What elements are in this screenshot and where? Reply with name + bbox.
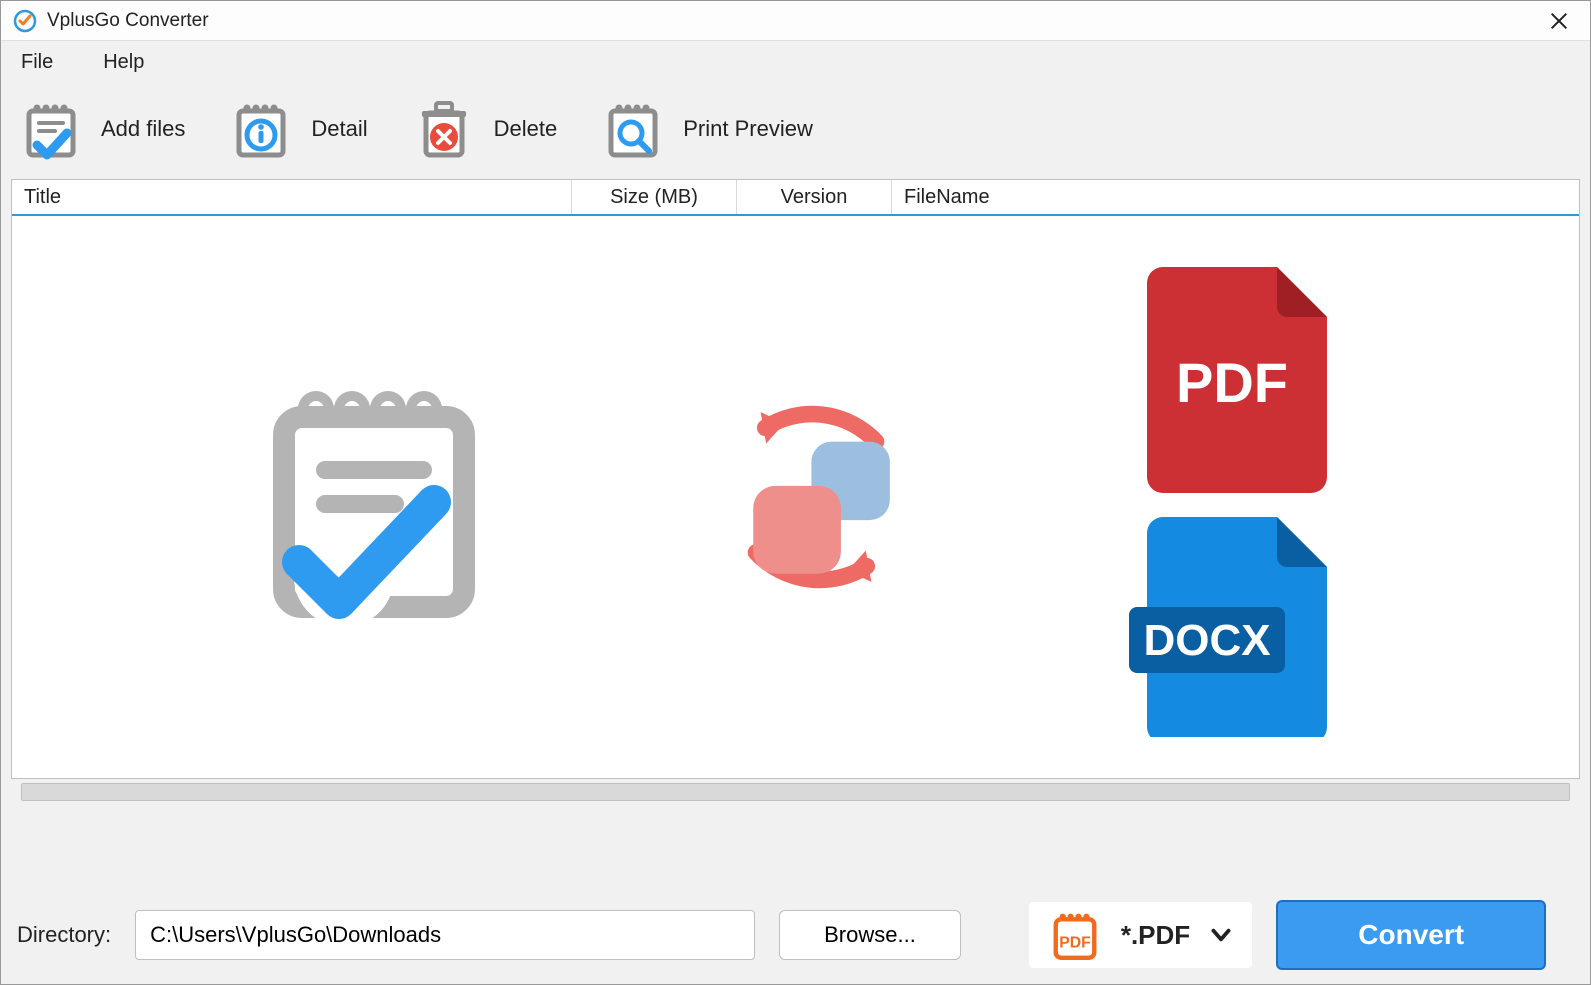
- app-window: VplusGo Converter File Help Add files: [0, 0, 1591, 985]
- menu-help[interactable]: Help: [93, 45, 154, 80]
- horizontal-scrollbar[interactable]: [21, 783, 1570, 801]
- bottom-bar: Directory: Browse... PDF *.PDF Convert: [1, 886, 1590, 984]
- detail-icon: [229, 97, 293, 161]
- pdf-format-icon: PDF: [1047, 907, 1103, 963]
- svg-text:PDF: PDF: [1059, 934, 1091, 951]
- detail-label: Detail: [311, 116, 367, 142]
- add-files-icon: [19, 97, 83, 161]
- notepad-check-icon: [244, 367, 504, 627]
- column-filename[interactable]: FileName: [892, 180, 1492, 214]
- docx-text-glyph: DOCX: [1144, 616, 1271, 665]
- output-format-selector[interactable]: PDF *.PDF: [1029, 902, 1252, 968]
- app-logo-icon: [13, 9, 37, 33]
- column-title[interactable]: Title: [12, 180, 572, 214]
- table-body-empty: PDF DOCX: [12, 216, 1579, 778]
- column-size[interactable]: Size (MB): [572, 180, 737, 214]
- print-preview-icon: [601, 97, 665, 161]
- toolbar: Add files Detail: [1, 83, 1590, 175]
- browse-button[interactable]: Browse...: [779, 910, 961, 960]
- empty-state-illustration: PDF DOCX: [12, 216, 1579, 778]
- column-version[interactable]: Version: [737, 180, 892, 214]
- convert-swap-icon: [696, 377, 936, 617]
- print-preview-label: Print Preview: [683, 116, 813, 142]
- directory-input[interactable]: [135, 910, 755, 960]
- window-title: VplusGo Converter: [47, 10, 1540, 32]
- table-header: Title Size (MB) Version FileName: [12, 180, 1579, 216]
- format-label: *.PDF: [1121, 920, 1190, 951]
- print-preview-button[interactable]: Print Preview: [595, 91, 831, 167]
- detail-button[interactable]: Detail: [223, 91, 385, 167]
- pdf-text-glyph: PDF: [1176, 351, 1288, 414]
- menu-bar: File Help: [1, 41, 1590, 83]
- chevron-down-icon: [1208, 922, 1234, 948]
- directory-label: Directory:: [17, 922, 111, 948]
- file-table: Title Size (MB) Version FileName: [11, 179, 1580, 779]
- menu-file[interactable]: File: [11, 45, 63, 80]
- close-button[interactable]: [1540, 10, 1578, 32]
- add-files-label: Add files: [101, 116, 185, 142]
- title-bar: VplusGo Converter: [1, 1, 1590, 41]
- delete-label: Delete: [494, 116, 558, 142]
- pdf-docx-stack-icon: PDF DOCX: [1127, 257, 1347, 737]
- delete-icon: [412, 97, 476, 161]
- add-files-button[interactable]: Add files: [13, 91, 203, 167]
- delete-button[interactable]: Delete: [406, 91, 576, 167]
- convert-button[interactable]: Convert: [1276, 900, 1546, 970]
